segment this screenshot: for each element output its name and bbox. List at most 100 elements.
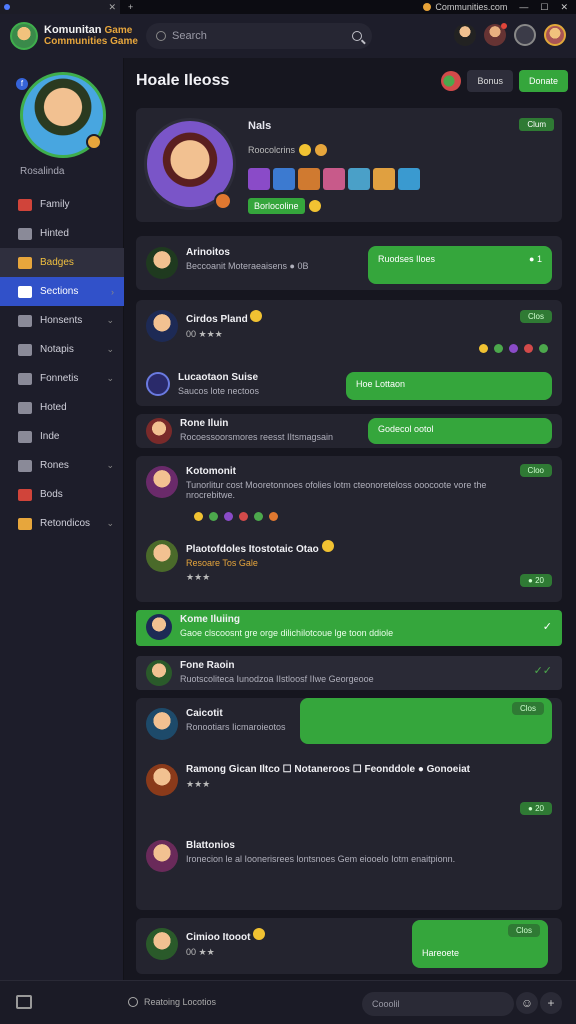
reply-author: Lucaotaon Suise	[178, 372, 259, 383]
settings-icon[interactable]	[514, 24, 536, 46]
emoji-icon[interactable]	[224, 512, 233, 521]
post-text: Ronootiars Iicmaroieotos	[186, 722, 286, 732]
sidebar-item-sections[interactable]: Sections ›	[0, 277, 124, 306]
sections-icon	[18, 285, 32, 298]
notapis-icon	[18, 343, 32, 356]
maximize-icon[interactable]: ☐	[540, 2, 548, 13]
game-thumb[interactable]	[348, 168, 370, 190]
donate-button[interactable]: Donate	[518, 70, 568, 92]
sidebar-item-family[interactable]: Family	[0, 190, 124, 219]
avatar[interactable]	[146, 764, 178, 796]
reaction-row	[479, 344, 548, 353]
sidebar: f Rosalinda Family Hinted Badges Section…	[0, 58, 124, 980]
post-author: Rone Iluin	[180, 418, 229, 429]
double-check-icon: ✓✓	[533, 665, 552, 677]
sidebar-item-hinted[interactable]: Hinted	[0, 219, 124, 248]
status-text: Reatoing Locotios	[128, 997, 216, 1007]
highlight-message[interactable]: Kome Iluiing Gaoe clscoosnt gre orge dil…	[136, 610, 562, 646]
message-bubble[interactable]: Ruodses Iloes ● 1	[368, 246, 552, 284]
post-author: Kotomonit	[186, 466, 236, 477]
avatar[interactable]	[146, 418, 172, 444]
site-logo-icon	[423, 3, 432, 11]
emoji-icon[interactable]	[509, 344, 518, 353]
library-icon[interactable]	[16, 995, 32, 1009]
smile-emoji-icon	[299, 144, 312, 156]
emoji-icon[interactable]	[194, 512, 203, 521]
bonus-button[interactable]: Bonus	[467, 70, 513, 92]
notification-avatar-icon[interactable]	[484, 23, 507, 46]
message-bubble[interactable]: Hoe Lottaon	[346, 372, 552, 400]
hero-tag-button[interactable]: Borlocoline	[248, 198, 305, 214]
avatar[interactable]	[146, 614, 172, 640]
game-thumb[interactable]	[298, 168, 320, 190]
message-bubble[interactable]: Clos Hareoete	[412, 920, 548, 968]
status-pill[interactable]: Clos	[519, 310, 552, 323]
emoji-picker-icon[interactable]: ☺	[516, 992, 538, 1014]
minimize-icon[interactable]: —	[519, 2, 528, 12]
game-thumb[interactable]	[273, 168, 295, 190]
post-author: Kome Iluiing	[180, 614, 240, 625]
emoji-icon[interactable]	[269, 512, 278, 521]
emoji-icon[interactable]	[479, 344, 488, 353]
fonnetis-icon	[18, 372, 32, 385]
add-button[interactable]: +	[540, 992, 562, 1014]
compose-input[interactable]: Cooolil	[362, 992, 514, 1016]
emoji-icon[interactable]	[494, 344, 503, 353]
avatar[interactable]	[146, 247, 178, 279]
post-stats: 00 ★★★	[186, 329, 223, 339]
reaction-icon[interactable]	[441, 71, 462, 91]
post-text: Ironecion le al Ioonerisrees lontsnoes G…	[186, 854, 456, 864]
avatar[interactable]	[146, 660, 172, 686]
sidebar-item-notapis[interactable]: Notapis ⌄	[0, 335, 124, 364]
emoji-icon[interactable]	[524, 344, 533, 353]
sidebar-item-hoted[interactable]: Hoted	[0, 393, 124, 422]
facebook-icon[interactable]: f	[16, 78, 28, 90]
status-icon	[128, 997, 138, 1007]
friend-avatar-icon[interactable]	[454, 24, 476, 46]
new-tab-button[interactable]: +	[128, 2, 133, 12]
hero-status-pill[interactable]: Clum	[519, 118, 554, 131]
message-bubble[interactable]: Godecol ootol	[368, 418, 552, 444]
game-thumb[interactable]	[323, 168, 345, 190]
game-thumb[interactable]	[373, 168, 395, 190]
sidebar-item-inde[interactable]: Inde	[0, 422, 124, 451]
user-avatar[interactable]	[544, 24, 566, 46]
avatar[interactable]	[146, 310, 178, 342]
avatar[interactable]	[146, 708, 178, 740]
emoji-icon[interactable]	[239, 512, 248, 521]
emoji-icon[interactable]	[209, 512, 218, 521]
browser-tab[interactable]: ✕	[0, 0, 120, 14]
emoji-icon[interactable]	[254, 512, 263, 521]
search-icon[interactable]	[352, 31, 362, 41]
status-pill[interactable]: Cloo	[519, 464, 552, 477]
avatar[interactable]	[146, 466, 178, 498]
avatar[interactable]	[146, 540, 178, 572]
sidebar-item-badges[interactable]: Badges	[0, 248, 124, 277]
chevron-down-icon: ⌄	[106, 460, 114, 470]
sidebar-item-bods[interactable]: Bods	[0, 480, 124, 509]
badges-icon	[18, 256, 32, 269]
hoted-icon	[18, 401, 32, 414]
post-author: Fone Raoin	[180, 660, 235, 671]
avatar[interactable]	[146, 372, 170, 396]
search-input[interactable]: Search	[146, 23, 372, 49]
close-window-icon[interactable]: ✕	[560, 2, 568, 13]
app-logo[interactable]	[10, 22, 38, 50]
message-row[interactable]: Fone Raoin Ruotscoliteca Iunodzoa IIstlo…	[136, 656, 562, 690]
avatar[interactable]	[146, 928, 178, 960]
smile-emoji-icon	[321, 540, 334, 552]
app-header: Komunitan Game Communities Game Search	[0, 14, 576, 58]
avatar[interactable]	[146, 840, 178, 872]
game-thumb[interactable]	[248, 168, 270, 190]
close-tab-icon[interactable]: ✕	[108, 2, 116, 13]
message-bubble[interactable]: Clos	[300, 698, 552, 744]
sidebar-item-rones[interactable]: Rones ⌄	[0, 451, 124, 480]
sidebar-item-retondicos[interactable]: Retondicos ⌄	[0, 509, 124, 538]
honsents-icon	[18, 314, 32, 327]
emoji-icon[interactable]	[539, 344, 548, 353]
status-pill[interactable]: ● 20	[520, 802, 552, 815]
sidebar-item-honsents[interactable]: Honsents ⌄	[0, 306, 124, 335]
sidebar-item-fonnetis[interactable]: Fonnetis ⌄	[0, 364, 124, 393]
status-pill[interactable]: ● 20	[520, 574, 552, 587]
game-thumb[interactable]	[398, 168, 420, 190]
